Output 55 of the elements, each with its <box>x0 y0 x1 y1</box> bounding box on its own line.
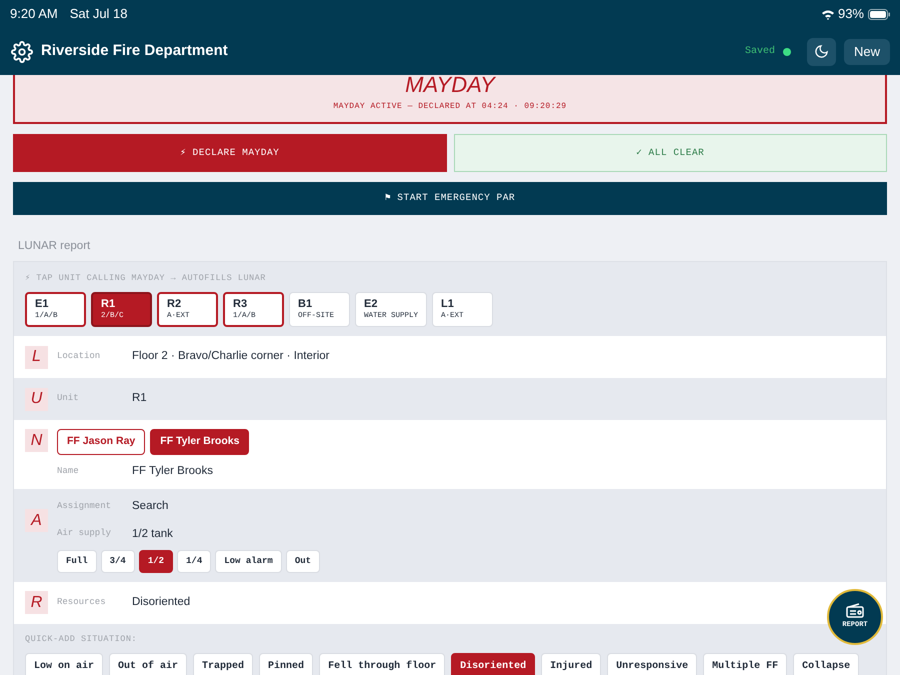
status-time: 9:20 AM <box>10 5 58 24</box>
option-chip[interactable]: Injured <box>541 652 602 675</box>
option-chip[interactable]: Collapse <box>793 652 860 675</box>
mayday-title: MAYDAY <box>405 75 495 95</box>
action-button[interactable]: ✓ ALL CLEAR <box>454 134 887 172</box>
option-chip[interactable]: Disoriented <box>451 652 536 675</box>
member-chip[interactable]: FF Tyler Brooks <box>150 429 250 455</box>
field-value: R1 <box>132 391 147 406</box>
field-label: Air supply <box>57 527 112 540</box>
status-date: Sat Jul 18 <box>70 5 128 24</box>
department-title: Riverside Fire Department <box>41 41 228 62</box>
field-label: Unit <box>57 392 80 406</box>
radio-icon <box>846 603 864 618</box>
settings-icon[interactable] <box>11 40 33 62</box>
option-chip[interactable]: Pinned <box>259 652 314 675</box>
option-chip[interactable]: 3/4 <box>100 550 135 573</box>
field-value: 1/2 tank <box>132 526 173 542</box>
field-label: Name <box>57 464 80 478</box>
option-chip[interactable]: Full <box>57 550 97 573</box>
save-status: Saved <box>744 44 775 59</box>
lunar-letter: L <box>25 346 48 368</box>
autofill-hint: ⚡ TAP UNIT CALLING MAYDAY → AUTOFILLS LUNAR <box>25 272 267 285</box>
option-chip[interactable]: 1/2 <box>138 550 174 573</box>
option-chip[interactable]: Unresponsive <box>607 652 698 675</box>
mayday-subtitle: MAYDAY ACTIVE — DECLARED AT 04:24 · 09:20:29 <box>333 101 567 113</box>
wifi-icon <box>820 8 835 20</box>
option-chip[interactable]: Out <box>286 550 320 573</box>
new-button[interactable]: New <box>844 38 890 64</box>
option-chip[interactable]: Trapped <box>193 652 254 675</box>
field-value: Search <box>132 499 168 514</box>
field-value: Disoriented <box>132 595 190 610</box>
option-chip[interactable]: Low on air <box>25 652 104 675</box>
option-chip[interactable]: Fell through floor <box>319 652 446 675</box>
moon-icon <box>814 44 829 59</box>
option-chip[interactable]: Out of air <box>109 652 188 675</box>
option-chip[interactable]: Low alarm <box>215 550 282 573</box>
lunar-letter: U <box>25 388 48 410</box>
section-heading: LUNAR report <box>18 239 92 254</box>
field-label: Assignment <box>57 500 112 514</box>
field-label: Location <box>57 350 102 364</box>
field-label: Resources <box>57 596 107 609</box>
lunar-letter: A <box>25 509 48 532</box>
battery-percent: 93% <box>838 5 864 24</box>
field-value: FF Tyler Brooks <box>132 464 213 479</box>
quick-add-heading: QUICK-ADD SITUATION: <box>25 632 138 646</box>
battery-icon <box>868 8 890 20</box>
member-chip[interactable]: FF Jason Ray <box>57 429 146 455</box>
option-chip[interactable]: 1/4 <box>177 550 212 573</box>
lunar-letter: N <box>25 429 48 452</box>
option-chip[interactable]: Multiple FF <box>703 652 788 675</box>
dark-mode-button[interactable] <box>806 38 836 66</box>
field-value: Floor 2 · Bravo/Charlie corner · Interior <box>132 349 330 364</box>
lunar-letter: R <box>25 591 48 614</box>
action-button[interactable]: ⚑ START EMERGENCY PAR <box>13 182 887 215</box>
action-button[interactable]: ⚡ DECLARE MAYDAY <box>13 134 446 172</box>
